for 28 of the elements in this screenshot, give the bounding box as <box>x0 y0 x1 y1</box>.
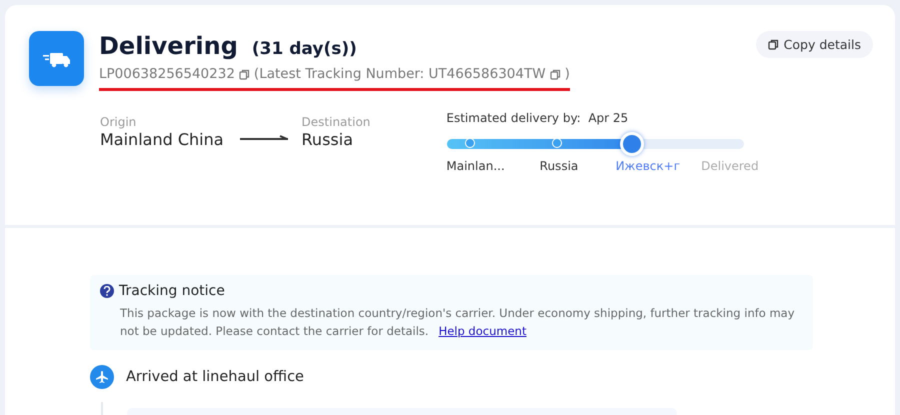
origin-value: Mainland China <box>100 130 224 149</box>
closing-parenthesis: ) <box>564 66 570 82</box>
delivery-duration: (31 day(s)) <box>252 38 357 61</box>
event-title: Arrived at linehaul office <box>126 369 304 385</box>
estimated-delivery: Estimated delivery by: Apr 25 <box>446 111 630 125</box>
notice-title: Tracking notice <box>119 283 225 299</box>
progress-stop-label: Russia <box>538 159 580 173</box>
status-title: Delivering <box>99 31 238 61</box>
copy-details-button[interactable]: Copy details <box>756 31 873 58</box>
help-icon <box>100 284 114 298</box>
progress-stop-label: Mainlan... <box>446 159 506 173</box>
current-stop-marker <box>620 132 644 156</box>
copy-icon[interactable] <box>550 68 561 80</box>
delivery-truck-icon <box>29 31 84 86</box>
help-document-link[interactable]: Help document <box>438 324 526 338</box>
copy-icon[interactable] <box>238 68 250 80</box>
tracking-number: LP00638256540232 <box>99 66 235 82</box>
arrow-icon <box>240 135 288 141</box>
progress-stop-label: Delivered <box>700 159 760 173</box>
copy-icon <box>768 39 779 50</box>
destination-value: Russia <box>302 130 354 149</box>
airplane-icon <box>90 365 114 389</box>
origin-label: Origin <box>100 115 138 129</box>
destination-label: Destination <box>302 115 370 129</box>
latest-tracking-number: (Latest Tracking Number: UT466586304TW <box>254 66 546 82</box>
stop-dot <box>552 138 562 148</box>
progress-stop-label: Ижевск+г <box>614 159 682 173</box>
notice-text: This package is now with the destination country/region's carrier. Under economy shipping, further tracking info may not be updated. Please contact the carrier for details. Help document <box>120 305 796 340</box>
